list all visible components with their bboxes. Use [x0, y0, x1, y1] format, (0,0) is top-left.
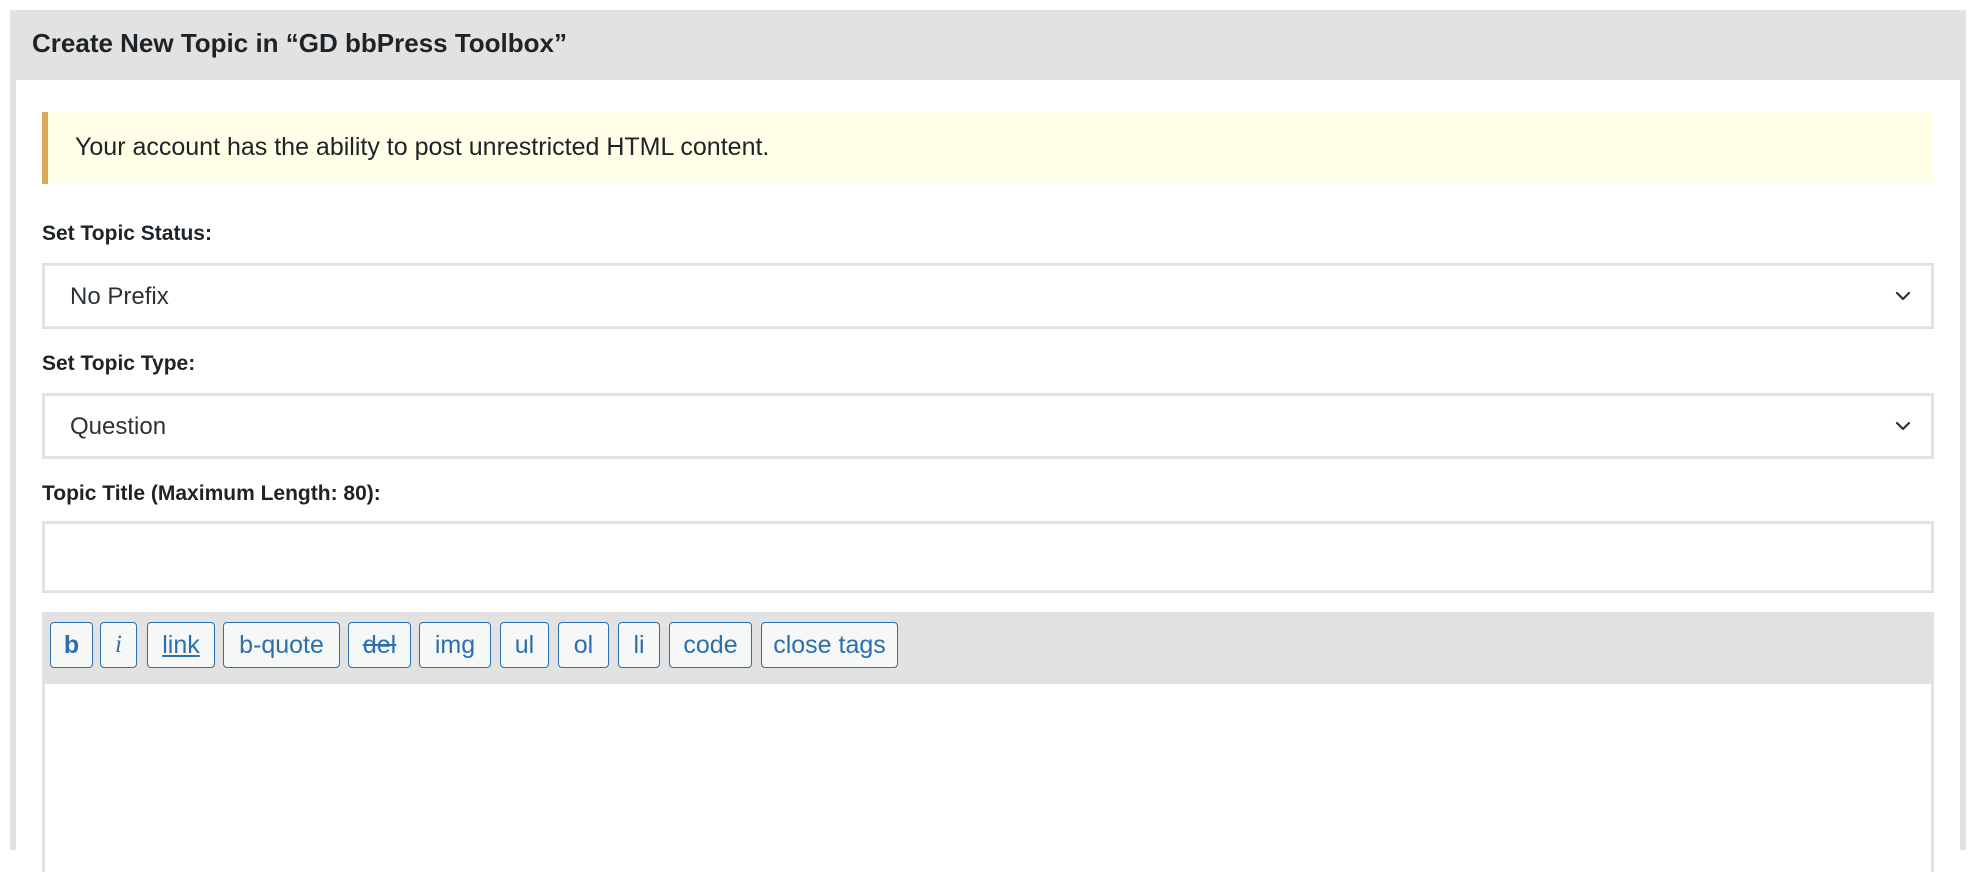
topic-title-input[interactable]: [42, 521, 1934, 593]
form-body: Your account has the ability to post unr…: [16, 80, 1960, 884]
topic-status-select[interactable]: No Prefix: [42, 263, 1934, 329]
notice-text: Your account has the ability to post unr…: [75, 133, 770, 161]
quicktags-toolbar: b i link b-quote del img ul ol li code c…: [42, 612, 1934, 684]
topic-title-label: Topic Title (Maximum Length: 80):: [42, 482, 381, 505]
content-textarea[interactable]: [45, 684, 1931, 884]
chevron-down-icon: [1895, 421, 1911, 431]
delete-button[interactable]: del: [348, 622, 411, 668]
chevron-down-icon: [1895, 291, 1911, 301]
unordered-list-button[interactable]: ul: [500, 622, 549, 668]
html-notice: Your account has the ability to post unr…: [42, 112, 1934, 184]
topic-type-label: Set Topic Type:: [42, 352, 196, 375]
topic-status-value: No Prefix: [70, 283, 169, 310]
page-title: Create New Topic in “GD bbPress Toolbox”: [32, 28, 568, 58]
close-tags-button[interactable]: close tags: [761, 622, 898, 668]
topic-type-value: Question: [70, 413, 167, 440]
link-button[interactable]: link: [147, 622, 215, 668]
ordered-list-button[interactable]: ol: [558, 622, 609, 668]
topic-status-label: Set Topic Status:: [42, 222, 212, 245]
image-button[interactable]: img: [419, 622, 491, 668]
content-editor: b i link b-quote del img ul ol li code c…: [42, 612, 1934, 884]
list-item-button[interactable]: li: [618, 622, 660, 668]
topic-type-select[interactable]: Question: [42, 393, 1934, 459]
code-button[interactable]: code: [669, 622, 752, 668]
bold-button[interactable]: b: [50, 622, 93, 668]
blockquote-button[interactable]: b-quote: [223, 622, 340, 668]
italic-button[interactable]: i: [100, 622, 137, 668]
new-topic-panel: Create New Topic in “GD bbPress Toolbox”…: [10, 10, 1966, 884]
